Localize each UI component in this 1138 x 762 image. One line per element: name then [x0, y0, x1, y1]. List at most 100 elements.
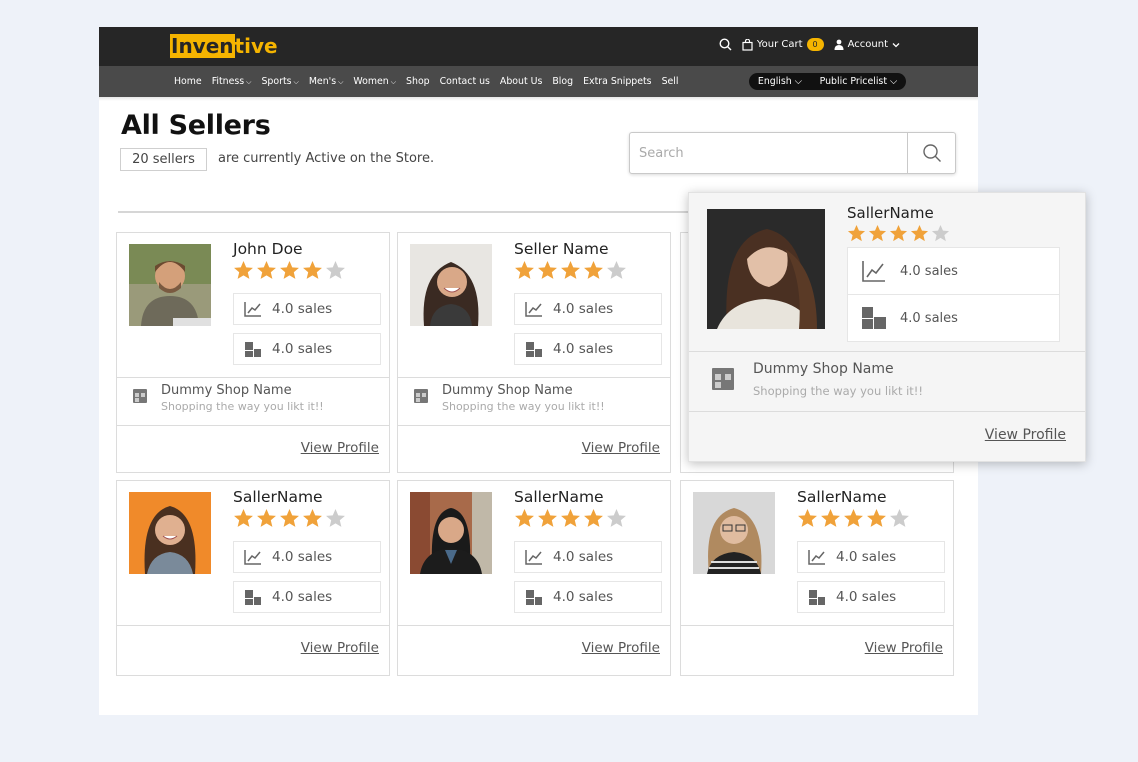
- seller-name[interactable]: John Doe: [233, 240, 303, 258]
- top-bar: Inventive Your Cart 0 Account: [99, 27, 978, 66]
- seller-avatar[interactable]: [129, 492, 211, 574]
- account-menu[interactable]: Account: [834, 39, 900, 50]
- sales-value: 4.0 sales: [553, 301, 614, 317]
- nav-about[interactable]: About Us: [500, 76, 542, 87]
- seller-card: SallerName 4.0 sales 4.0 sales View Prof…: [397, 480, 671, 676]
- card-footer: View Profile: [117, 425, 389, 473]
- nav-blog[interactable]: Blog: [552, 76, 573, 87]
- orders-stat: 4.0 sales: [797, 581, 945, 613]
- seller-name[interactable]: SallerName: [797, 488, 887, 506]
- sales-stat: 4.0 sales: [233, 293, 381, 325]
- seller-avatar[interactable]: [693, 492, 775, 574]
- blocks-icon: [515, 341, 553, 357]
- search-bar: [629, 132, 956, 174]
- star-empty-icon: [326, 261, 345, 279]
- shop-icon: [132, 388, 148, 408]
- seller-count-box: 20 sellers: [120, 148, 207, 171]
- shop-slogan: Shopping the way you likt it!!: [161, 400, 324, 413]
- star-filled-icon: [303, 509, 322, 527]
- star-filled-icon: [561, 509, 580, 527]
- nav-fitness-label: Fitness: [211, 76, 245, 87]
- star-empty-icon: [890, 509, 909, 527]
- view-profile-link[interactable]: View Profile: [582, 640, 660, 656]
- shop-icon: [413, 388, 429, 408]
- nav-women[interactable]: Women ⌵: [353, 76, 396, 87]
- star-filled-icon: [234, 509, 253, 527]
- star-filled-icon: [234, 261, 253, 279]
- nav-shop[interactable]: Shop: [406, 76, 430, 87]
- star-empty-icon: [931, 224, 950, 242]
- line-chart-icon: [234, 301, 272, 317]
- nav-contact[interactable]: Contact us: [440, 76, 490, 87]
- shopping-bag-icon: [742, 38, 753, 51]
- nav-mens[interactable]: Men's ⌵: [309, 76, 344, 87]
- nav-extra-snippets[interactable]: Extra Snippets: [583, 76, 651, 87]
- sales-stat: 4.0 sales: [233, 541, 381, 573]
- chevron-down-icon: ⌵: [889, 76, 898, 87]
- seller-card: SallerName 4.0 sales 4.0 sales View Prof…: [116, 480, 390, 676]
- cart-button[interactable]: Your Cart 0: [742, 38, 824, 51]
- logo-highlight: Inven: [170, 34, 235, 58]
- seller-card: SallerName 4.0 sales 4.0 sales View Prof…: [680, 480, 954, 676]
- chevron-down-icon: ⌵: [293, 78, 299, 86]
- nav-fitness[interactable]: Fitness ⌵: [212, 76, 252, 87]
- nav-sell[interactable]: Sell: [662, 76, 679, 87]
- star-rating: [797, 508, 910, 529]
- star-filled-icon: [303, 261, 322, 279]
- search-icon[interactable]: [719, 38, 732, 51]
- star-filled-icon: [538, 509, 557, 527]
- view-profile-link[interactable]: View Profile: [865, 640, 943, 656]
- nav-links: Home Fitness ⌵ Sports ⌵ Men's ⌵ Women ⌵ Shop…: [174, 66, 679, 97]
- seller-avatar[interactable]: [410, 244, 492, 326]
- seller-avatar[interactable]: [410, 492, 492, 574]
- account-label: Account: [847, 39, 888, 50]
- search-button[interactable]: [907, 133, 955, 173]
- star-filled-icon: [910, 224, 929, 242]
- language-label: English: [757, 76, 792, 87]
- line-chart-icon: [798, 549, 836, 565]
- nav-home[interactable]: Home: [174, 76, 202, 87]
- seller-avatar[interactable]: [129, 244, 211, 326]
- orders-stat: 4.0 sales: [847, 294, 1060, 342]
- chevron-down-icon: [892, 42, 900, 48]
- shop-name[interactable]: Dummy Shop Name: [753, 361, 894, 377]
- pricelist-select[interactable]: Public Pricelist ⌵: [820, 76, 897, 87]
- shop-slogan: Shopping the way you likt it!!: [753, 384, 924, 398]
- seller-name[interactable]: SallerName: [847, 204, 934, 222]
- shop-icon: [711, 367, 735, 395]
- search-input[interactable]: [630, 133, 908, 173]
- seller-name[interactable]: Seller Name: [514, 240, 609, 258]
- brand-logo[interactable]: Inventive: [170, 33, 278, 60]
- view-profile-link[interactable]: View Profile: [985, 427, 1066, 443]
- seller-avatar[interactable]: [707, 209, 825, 329]
- card-footer: View Profile: [398, 425, 670, 473]
- seller-card: John Doe 4.0 sales 4.0 sales Dummy Shop …: [116, 232, 390, 473]
- view-profile-link[interactable]: View Profile: [301, 440, 379, 456]
- card-footer: View Profile: [689, 411, 1085, 461]
- shop-info: Dummy Shop Name Shopping the way you lik…: [689, 351, 1085, 411]
- sales-stat: 4.0 sales: [514, 541, 662, 573]
- seller-count-text: are currently Active on the Store.: [218, 151, 435, 166]
- nav-mens-label: Men's: [308, 76, 337, 87]
- seller-name[interactable]: SallerName: [514, 488, 604, 506]
- card-footer: View Profile: [681, 625, 953, 673]
- blocks-icon: [515, 589, 553, 605]
- line-chart-icon: [515, 549, 553, 565]
- line-chart-icon: [234, 549, 272, 565]
- sales-value: 4.0 sales: [553, 549, 614, 565]
- shop-name[interactable]: Dummy Shop Name: [442, 383, 573, 398]
- view-profile-link[interactable]: View Profile: [301, 640, 379, 656]
- star-filled-icon: [889, 224, 908, 242]
- star-filled-icon: [257, 509, 276, 527]
- star-empty-icon: [326, 509, 345, 527]
- nav-shadow: [99, 97, 978, 101]
- nav-sports[interactable]: Sports ⌵: [261, 76, 298, 87]
- chevron-down-icon: ⌵: [390, 78, 397, 86]
- main-nav: Home Fitness ⌵ Sports ⌵ Men's ⌵ Women ⌵ Shop…: [99, 66, 978, 97]
- sales-value: 4.0 sales: [272, 549, 333, 565]
- sales-stat: 4.0 sales: [797, 541, 945, 573]
- language-select[interactable]: English ⌵: [758, 76, 802, 87]
- shop-name[interactable]: Dummy Shop Name: [161, 383, 292, 398]
- seller-name[interactable]: SallerName: [233, 488, 323, 506]
- view-profile-link[interactable]: View Profile: [582, 440, 660, 456]
